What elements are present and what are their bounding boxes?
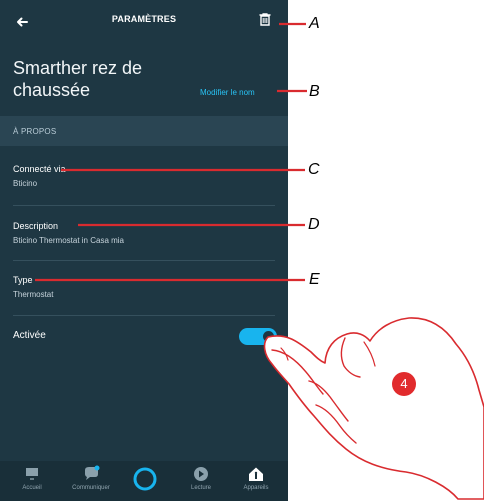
about-section-header: À PROPOS <box>0 116 288 146</box>
nav-label-communicate: Communiquer <box>72 485 110 491</box>
home-icon <box>26 468 38 480</box>
enabled-label: Activée <box>13 330 46 341</box>
description-value: Bticino Thermostat in Casa mia <box>13 236 125 245</box>
callout-d: D <box>308 216 320 233</box>
callout-b: B <box>309 83 320 100</box>
play-icon <box>194 467 208 481</box>
back-button[interactable] <box>12 11 34 33</box>
phone-screen: PARAMÈTRES Smarther rez de chaussée Modi… <box>0 0 288 501</box>
nav-label-devices: Appareils <box>243 485 269 491</box>
arrow-left-icon <box>17 17 28 27</box>
hand-outline <box>263 317 484 500</box>
nav-item-devices[interactable]: Appareils <box>231 465 281 495</box>
type-value: Thermostat <box>13 290 54 299</box>
description-item: Description Bticino Thermostat in Casa m… <box>13 221 273 246</box>
alexa-icon <box>133 467 157 491</box>
callout-c: C <box>308 161 320 178</box>
middle-finger-detail <box>308 380 349 422</box>
connected-via-label: Connecté via <box>13 164 66 174</box>
divider <box>13 260 275 261</box>
divider <box>13 205 275 206</box>
nav-item-play[interactable]: Lecture <box>176 465 226 495</box>
knuckle-detail <box>363 341 376 367</box>
connected-via-item: Connecté via Bticino <box>13 164 273 189</box>
thumb-detail <box>340 337 361 378</box>
chat-icon <box>85 465 100 480</box>
callout-e: E <box>309 271 320 288</box>
description-label: Description <box>13 221 59 231</box>
trash-icon <box>259 13 271 26</box>
page-title: PARAMÈTRES <box>111 14 177 24</box>
step-number-badge: 4 <box>392 372 416 396</box>
screenshot-canvas: PARAMÈTRES Smarther rez de chaussée Modi… <box>0 0 484 501</box>
ring-finger-detail <box>315 404 357 444</box>
about-section-label: À PROPOS <box>13 127 57 136</box>
device-name: Smarther rez de chaussée <box>13 58 143 100</box>
connected-via-value: Bticino <box>13 179 38 188</box>
toggle-knob <box>263 331 274 342</box>
type-label: Type <box>13 275 33 285</box>
enabled-toggle[interactable] <box>239 328 277 345</box>
rename-link[interactable]: Modifier le nom <box>200 88 255 97</box>
nav-item-alexa[interactable] <box>120 465 170 495</box>
smart-home-icon <box>249 467 263 481</box>
type-item: Type Thermostat <box>13 275 273 300</box>
nav-item-communicate[interactable]: Communiquer <box>66 465 116 495</box>
bottom-navigation: Accueil Communiquer Lecture Appareils <box>0 461 288 501</box>
top-bar: PARAMÈTRES <box>0 0 288 44</box>
nav-label-home: Accueil <box>22 485 42 491</box>
nav-label-play: Lecture <box>190 485 211 491</box>
delete-button[interactable] <box>255 10 275 30</box>
callout-a: A <box>309 15 320 32</box>
divider <box>13 315 275 316</box>
nav-item-home[interactable]: Accueil <box>7 465 57 495</box>
